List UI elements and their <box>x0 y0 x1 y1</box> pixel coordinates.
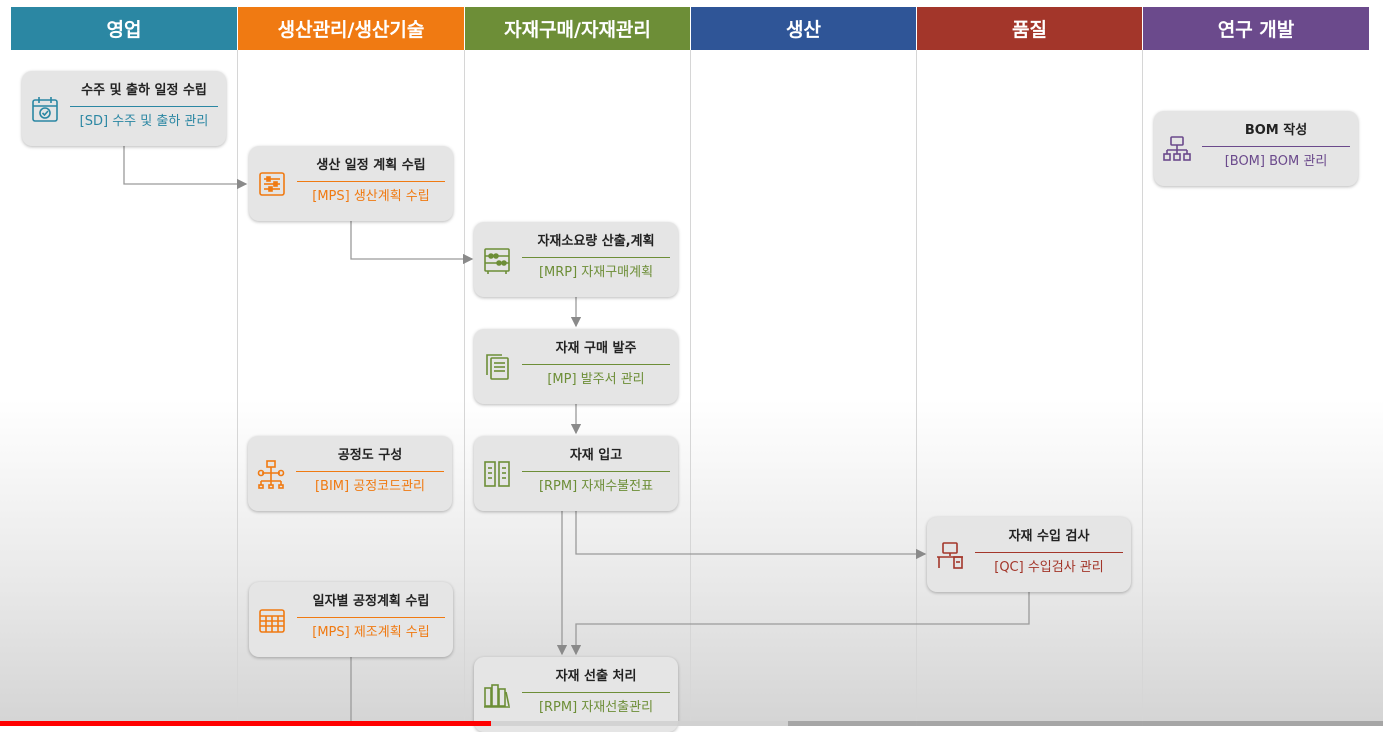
card-bim-process-layout[interactable]: 공정도 구성 [BIM] 공정코드관리 <box>248 436 452 511</box>
card-subtitle: [MP] 발주서 관리 <box>547 372 645 387</box>
hierarchy-icon <box>1162 134 1192 164</box>
card-subtitle: [BOM] BOM 관리 <box>1224 154 1328 169</box>
card-title: 자재 수입 검사 <box>1008 529 1090 544</box>
card-title: BOM 작성 <box>1244 123 1308 138</box>
calendar-grid-icon <box>257 605 287 635</box>
card-title: 자재 구매 발주 <box>555 341 637 356</box>
card-bom[interactable]: BOM 작성 [BOM] BOM 관리 <box>1154 111 1358 186</box>
card-subtitle: [RPM] 자재수불전표 <box>538 479 654 494</box>
card-subtitle: [SD] 수주 및 출하 관리 <box>79 114 209 129</box>
arrow-qc-to-rpm-out <box>570 591 1030 656</box>
inspection-desk-icon <box>935 540 965 570</box>
card-subtitle: [MRP] 자재구매계획 <box>538 265 654 280</box>
card-subtitle: [QC] 수입검사 관리 <box>994 560 1104 575</box>
card-title: 공정도 구성 <box>337 448 403 463</box>
card-subtitle: [MPS] 제조계획 수립 <box>312 625 430 640</box>
arrow-rpm-in-to-qc <box>575 511 927 560</box>
card-qc-incoming-inspection[interactable]: 자재 수입 검사 [QC] 수입검사 관리 <box>927 517 1131 592</box>
card-title: 수주 및 출하 일정 수립 <box>81 83 207 98</box>
calendar-check-icon <box>30 94 60 124</box>
card-subtitle: [RPM] 자재선출관리 <box>538 700 654 715</box>
card-title: 자재 선출 처리 <box>555 669 637 684</box>
card-subtitle: [BIM] 공정코드관리 <box>314 479 425 494</box>
document-stack-icon <box>482 352 512 382</box>
card-mps-daily-process-plan[interactable]: 일자별 공정계획 수립 [MPS] 제조계획 수립 <box>249 582 453 657</box>
abacus-icon <box>482 245 512 275</box>
arrow-mps-to-mrp <box>350 221 474 265</box>
video-played-bar <box>0 721 491 726</box>
process-tree-icon <box>256 459 286 489</box>
card-rpm-material-receipt[interactable]: 자재 입고 [RPM] 자재수불전표 <box>474 436 678 511</box>
card-mrp[interactable]: 자재소요량 산출,계획 [MRP] 자재구매계획 <box>474 222 678 297</box>
books-icon <box>482 680 512 710</box>
sliders-icon <box>257 169 287 199</box>
card-title: 자재 입고 <box>569 448 623 463</box>
card-mp-purchase-order[interactable]: 자재 구매 발주 [MP] 발주서 관리 <box>474 329 678 404</box>
card-subtitle: [MPS] 생산계획 수립 <box>312 189 430 204</box>
card-title: 생산 일정 계획 수립 <box>316 158 426 173</box>
video-progress-bar[interactable] <box>0 721 1383 726</box>
card-title: 자재소요량 산출,계획 <box>537 234 655 249</box>
card-title: 일자별 공정계획 수립 <box>312 594 430 609</box>
card-mps-production-plan[interactable]: 생산 일정 계획 수립 [MPS] 생산계획 수립 <box>249 146 453 221</box>
storage-shelves-icon <box>482 459 512 489</box>
card-sd-order-shipping[interactable]: 수주 및 출하 일정 수립 [SD] 수주 및 출하 관리 <box>22 71 226 146</box>
arrow-sd-to-mps <box>123 146 248 190</box>
process-flow-diagram: 영업 생산관리/생산기술 자재구매/자재관리 생산 품질 연구 개발 수주 및 … <box>0 0 1383 732</box>
